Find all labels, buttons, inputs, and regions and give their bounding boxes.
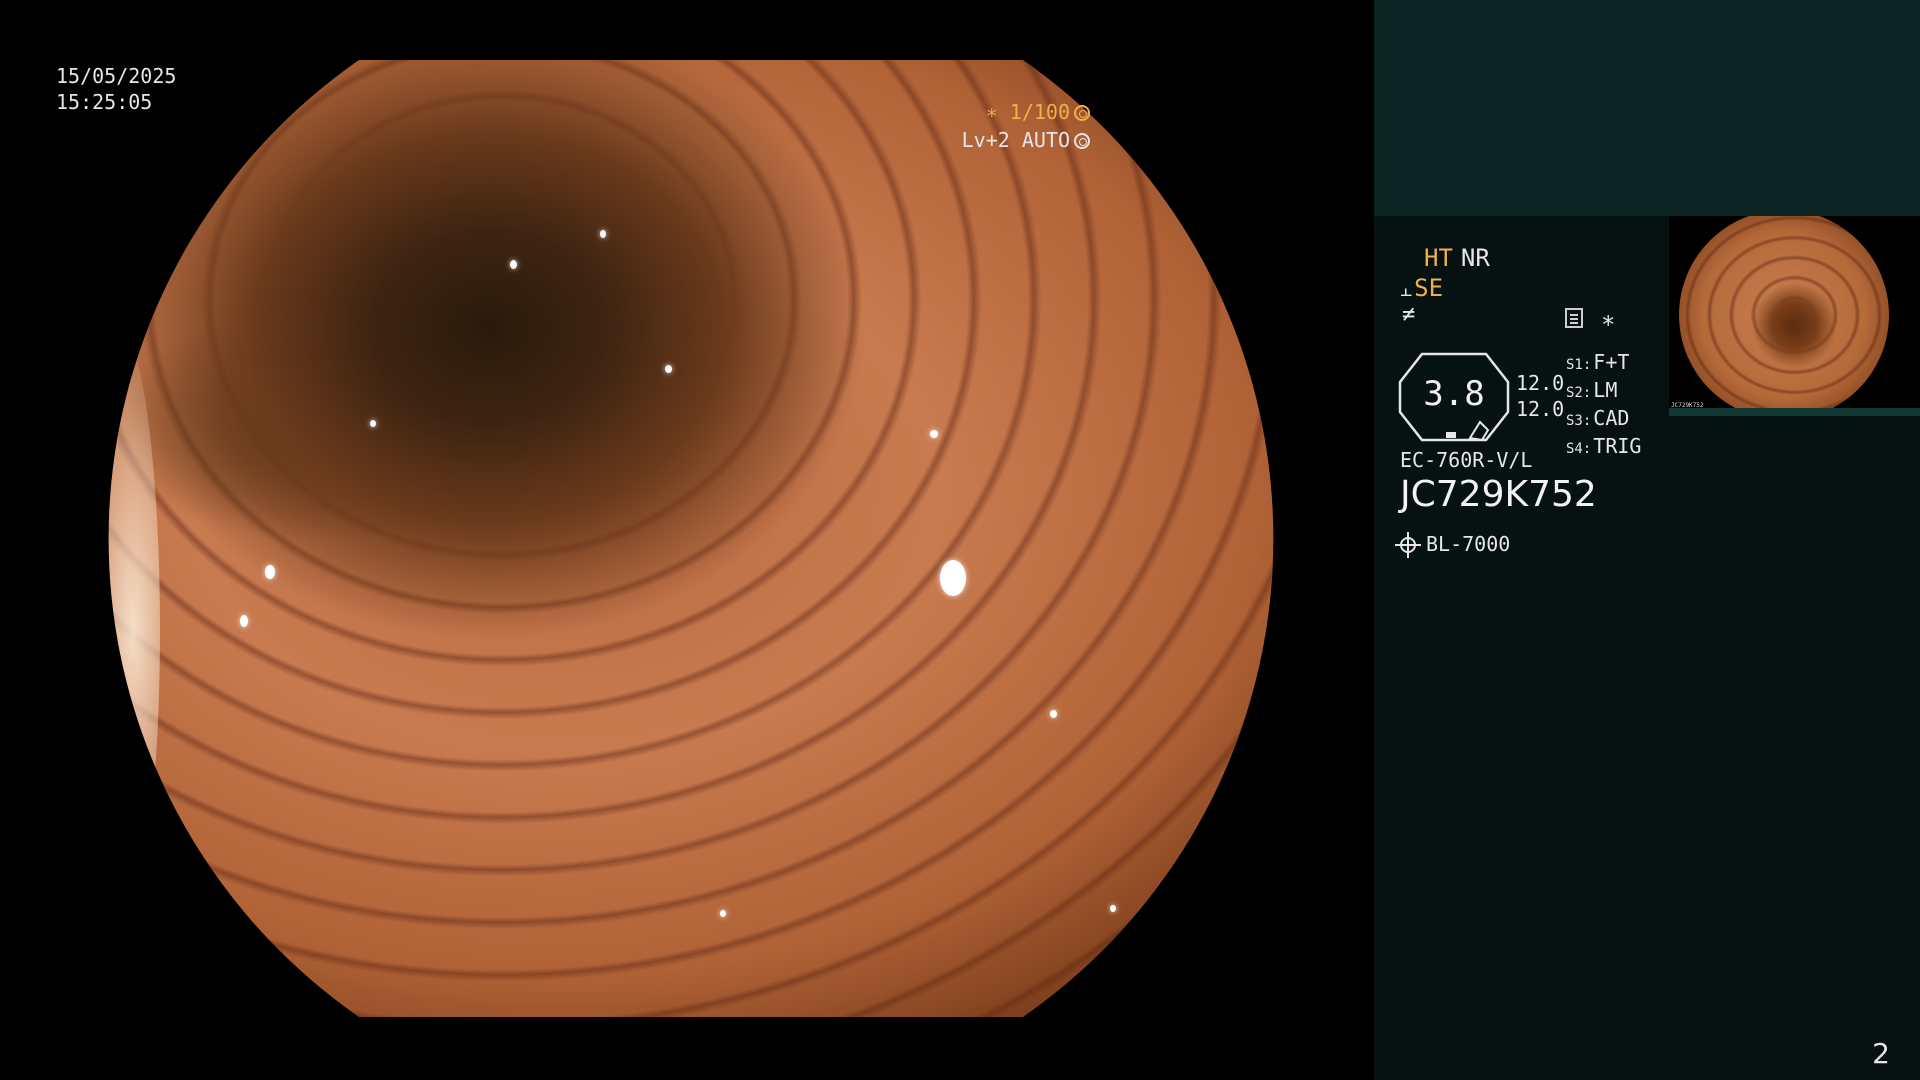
mucosa-view (108, 60, 1274, 1017)
specular-highlight (510, 260, 517, 269)
setting-row: S4: TRIG (1566, 434, 1642, 458)
se-label: SE (1414, 274, 1444, 302)
numeric-values: 12.0 12.0 (1516, 370, 1564, 422)
thumbnail-image[interactable]: JC729K752 (1669, 216, 1920, 416)
light-source: BL-7000 (1395, 532, 1511, 558)
date-text: 15/05/2025 (56, 64, 177, 88)
shutter-row: ∗ 1/100 (962, 98, 1090, 126)
se-status: ⫠SE (1400, 274, 1443, 302)
zoom-value: 3.8 (1423, 374, 1485, 414)
setting-row: S2: LM (1566, 378, 1618, 402)
scope-serial: JC729K752 (1400, 474, 1597, 515)
ht-label: HT (1424, 244, 1453, 272)
page-number: 2 (1872, 1037, 1890, 1070)
specular-highlight (665, 365, 672, 373)
specular-highlight (240, 615, 248, 627)
setting-row: S1: F+T (1566, 350, 1630, 374)
switch-settings: S1: F+T S2: LM S3: CAD S4: TRIG (1566, 350, 1641, 462)
auto-iris-icon (1074, 133, 1090, 149)
datetime-display: 15/05/2025 15:25:05 (56, 63, 176, 115)
time-text: 15:25:05 (56, 90, 153, 114)
se-symbol-icon: ⫠ (1400, 277, 1413, 301)
level-row: Lv+2 AUTO (962, 126, 1090, 154)
value-one: 12.0 (1516, 371, 1565, 395)
specular-highlight (370, 420, 376, 427)
specular-highlight (265, 565, 275, 579)
setting-row: S3: CAD (1566, 406, 1630, 430)
light-icon (1395, 532, 1421, 558)
nf-symbol-icon: ≠ (1402, 302, 1416, 327)
nr-label: NR (1460, 244, 1490, 272)
ht-nr-status: HT NR (1424, 244, 1490, 272)
light-source-label: BL-7000 (1426, 532, 1511, 556)
thumbnail-label: JC729K752 (1671, 402, 1704, 409)
specular-highlight (1050, 710, 1057, 718)
endoscope-image (108, 60, 1274, 1017)
info-panel: HT NR ⫠SE ≠ ∗ 3.8 12.0 12.0 S1: F+T S2: LM … (1374, 0, 1920, 1080)
thumbnail-scope-view (1679, 216, 1889, 416)
light-glare (108, 320, 160, 940)
exposure-info: ∗ 1/100 Lv+2 AUTO (962, 98, 1090, 154)
specular-highlight (600, 230, 606, 238)
specular-highlight (940, 560, 966, 596)
specular-highlight (1110, 905, 1116, 912)
level-text: Lv+2 AUTO (961, 128, 1070, 152)
shutter-icon (1074, 105, 1090, 121)
list-icon (1565, 308, 1583, 328)
panel-header-area (1374, 0, 1920, 216)
value-two: 12.0 (1516, 397, 1565, 421)
specular-highlight (930, 430, 938, 438)
thumbnail-bar (1669, 408, 1920, 416)
scope-model: EC-760R-V/L (1400, 448, 1533, 472)
shutter-speed: ∗ 1/100 (985, 100, 1070, 124)
star-marker: ∗ (1601, 306, 1616, 334)
specular-highlight (720, 910, 726, 917)
